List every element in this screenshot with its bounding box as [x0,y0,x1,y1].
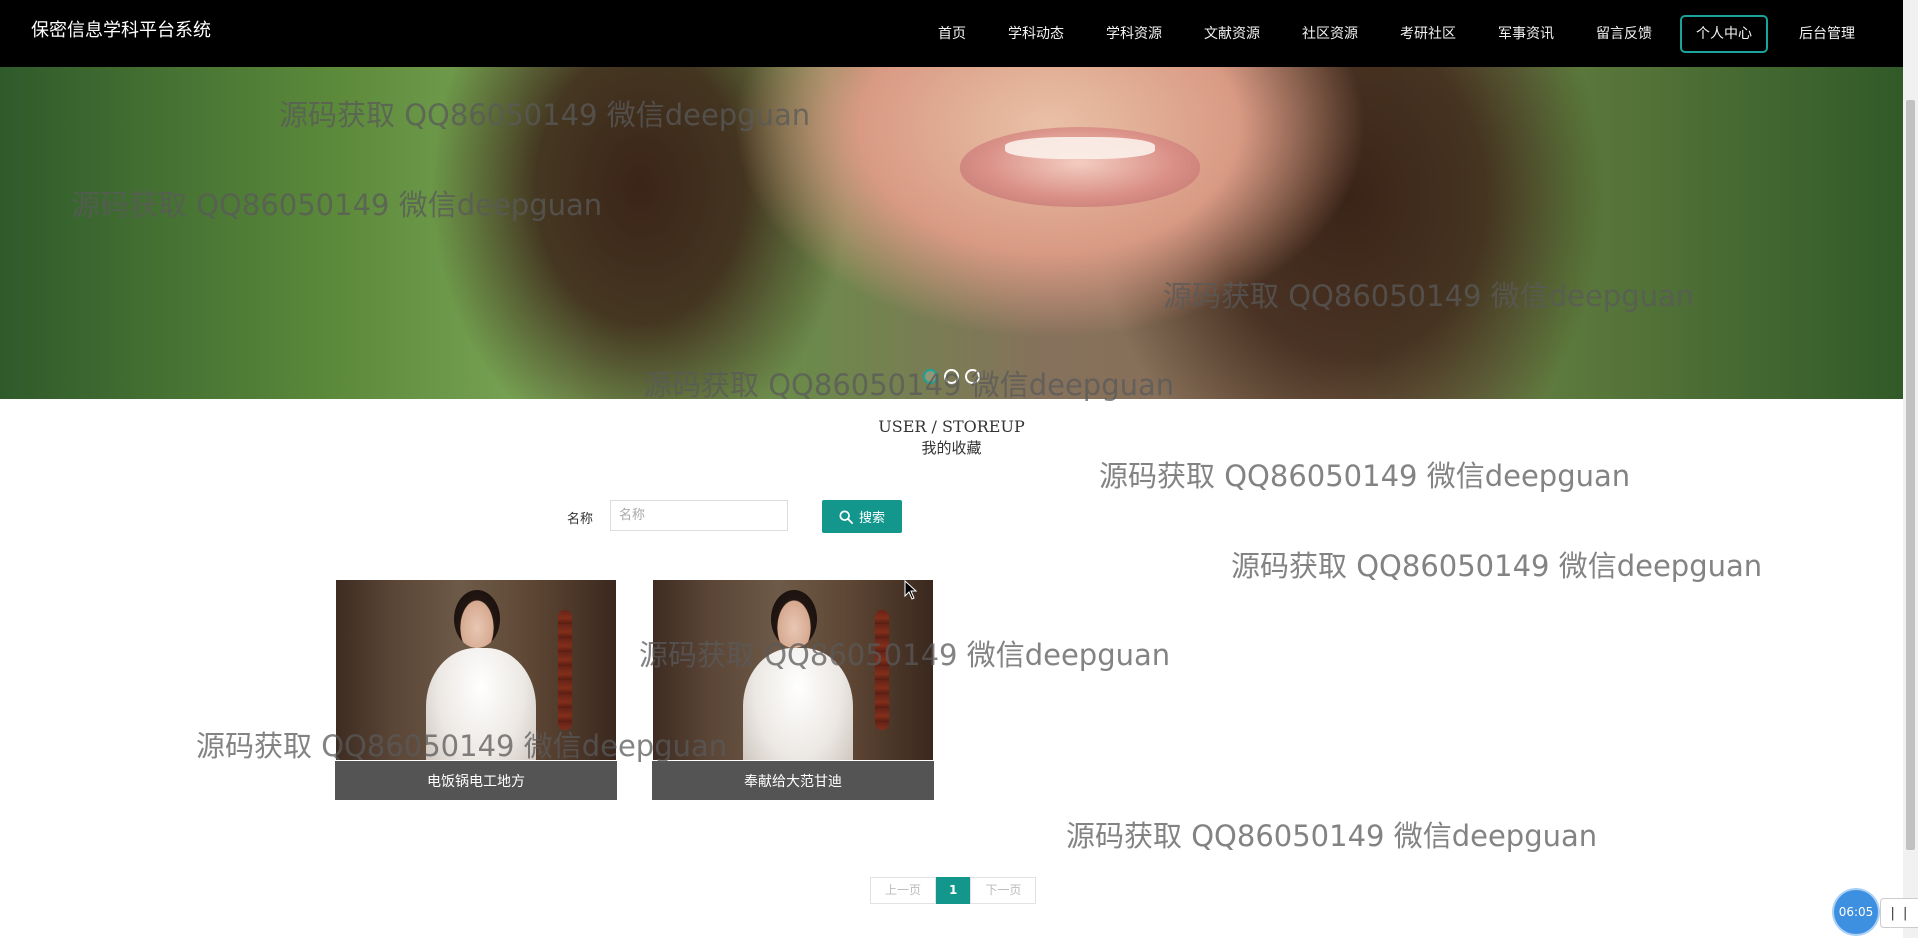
search-input[interactable] [610,500,788,531]
search-icon [839,509,853,524]
site-brand[interactable]: 保密信息学科平台系统 [31,19,211,43]
search-button-label: 搜索 [858,511,885,526]
nav-personal-center[interactable]: 个人中心 [1680,14,1768,53]
carousel-indicators [923,369,980,384]
nav-subject-news[interactable]: 学科动态 [987,24,1085,44]
nav-home[interactable]: 首页 [917,24,987,44]
favorite-card-caption: 奉献给大范甘迪 [652,761,934,800]
clock-widget[interactable]: 06:05 [1834,890,1878,934]
carousel-dot-3[interactable] [965,369,980,384]
watermark-text: 源码获取 QQ86050149 微信deepguan [1066,819,1598,853]
nav-exam-community[interactable]: 考研社区 [1379,24,1477,44]
carousel-dot-1[interactable] [923,369,938,384]
next-page-button[interactable]: 下一页 [970,877,1037,904]
watermark-text: 源码获取 QQ86050149 微信deepguan [1099,459,1631,493]
banner-photo-detail [1005,137,1155,159]
prev-page-button[interactable]: 上一页 [870,877,937,904]
banner-carousel[interactable] [0,67,1903,399]
section-title-cn: 我的收藏 [921,439,982,457]
mouse-cursor-icon [904,580,918,600]
nav-military-news[interactable]: 军事资讯 [1477,24,1575,44]
top-navbar: 保密信息学科平台系统 首页 学科动态 学科资源 文献资源 社区资源 考研社区 军… [0,0,1918,67]
nav-literature-resources[interactable]: 文献资源 [1183,24,1281,44]
nav-admin[interactable]: 后台管理 [1778,24,1876,44]
nav-community-resources[interactable]: 社区资源 [1281,24,1379,44]
search-label: 名称 [567,512,594,527]
clock-widget-tab[interactable]: | | [1880,898,1918,928]
favorite-card-image [336,580,616,760]
favorite-card[interactable]: 奉献给大范甘迪 [652,580,934,800]
nav-subject-resources[interactable]: 学科资源 [1085,24,1183,44]
section-title-en: USER / STOREUP [878,417,1025,436]
carousel-dot-2[interactable] [944,369,959,384]
favorite-card[interactable]: 电饭锅电工地方 [335,580,617,800]
watermark-text: 源码获取 QQ86050149 微信deepguan [1231,549,1763,583]
page-scrollbar-thumb[interactable] [1906,100,1915,850]
nav-feedback[interactable]: 留言反馈 [1575,24,1673,44]
page-number-current[interactable]: 1 [936,877,971,904]
main-nav: 首页 学科动态 学科资源 文献资源 社区资源 考研社区 军事资讯 留言反馈 个人… [917,0,1876,67]
favorite-card-image [653,580,933,760]
pagination: 上一页 1 下一页 [870,877,1037,904]
favorite-card-caption: 电饭锅电工地方 [335,761,617,800]
search-button[interactable]: 搜索 [822,500,902,533]
